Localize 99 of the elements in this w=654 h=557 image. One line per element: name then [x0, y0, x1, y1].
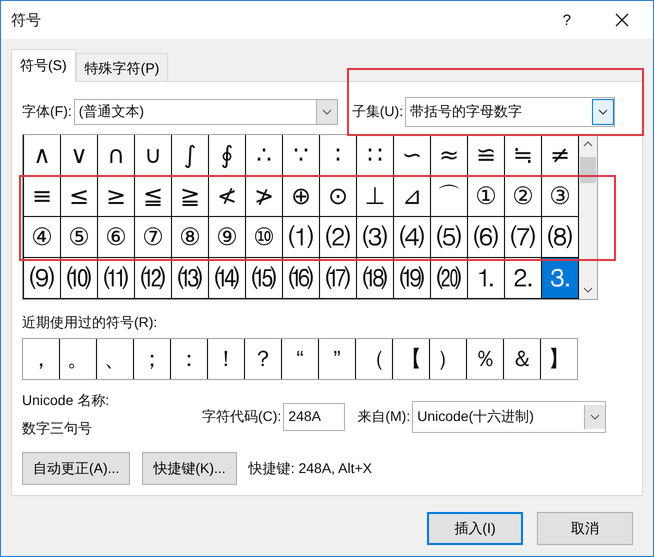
symbol-cell[interactable]: ∩ [98, 135, 135, 176]
shortcut-text: 快捷键: 248A, Alt+X [248, 460, 372, 478]
recent-symbol-cell[interactable]: ” [319, 339, 356, 379]
help-button[interactable]: ? [562, 12, 571, 28]
symbol-cell[interactable]: ∮ [209, 135, 246, 176]
symbol-cell[interactable]: ∫ [172, 135, 209, 176]
symbol-cell[interactable]: ≈ [431, 135, 468, 176]
symbol-cell[interactable]: ⌒ [431, 176, 468, 217]
symbol-cell[interactable]: ⑴ [283, 217, 320, 258]
symbol-cell[interactable]: ∷ [357, 135, 394, 176]
dialog-button[interactable]: 快捷键(K)... [142, 452, 237, 485]
recent-symbol-cell[interactable]: ％ [467, 339, 504, 379]
chevron-down-icon [322, 109, 332, 115]
symbol-cell[interactable]: ≡ [24, 176, 61, 217]
symbol-cell[interactable]: ⑥ [98, 217, 135, 258]
recent-symbol-cell[interactable]: ＆ [504, 339, 541, 379]
symbol-cell[interactable]: ⑹ [468, 217, 505, 258]
symbol-cell[interactable]: ⊿ [394, 176, 431, 217]
symbol-cell[interactable]: ⑺ [505, 217, 542, 258]
symbol-cell[interactable]: ⑽ [61, 258, 98, 299]
symbol-cell[interactable]: ⑸ [431, 217, 468, 258]
symbol-cell[interactable]: ⊥ [357, 176, 394, 217]
recent-symbol-cell[interactable]: ！ [208, 339, 245, 379]
symbol-cell[interactable]: ⒈ [468, 258, 505, 299]
scrollbar[interactable] [579, 135, 597, 299]
insert-button[interactable]: 插入(I) [427, 512, 523, 545]
symbol-cell[interactable]: ≯ [246, 176, 283, 217]
symbol-cell[interactable]: ≤ [61, 176, 98, 217]
symbol-cell[interactable]: ④ [24, 217, 61, 258]
chevron-down-icon [598, 109, 608, 115]
symbol-cell[interactable]: ① [468, 176, 505, 217]
chevron-up-icon [583, 141, 593, 147]
recent-symbol-cell[interactable]: 。 [60, 339, 97, 379]
dialog-button[interactable]: 自动更正(A)... [22, 452, 130, 485]
tab[interactable]: 特殊字符(P) [76, 53, 168, 81]
recent-symbol-cell[interactable]: ？ [245, 339, 282, 379]
symbol-cell[interactable]: ⒂ [246, 258, 283, 299]
symbol-cell[interactable]: ⒅ [357, 258, 394, 299]
recent-symbol-cell[interactable]: （ [356, 339, 393, 379]
symbol-cell[interactable]: ⒁ [209, 258, 246, 299]
recent-symbol-cell[interactable]: “ [282, 339, 319, 379]
from-dropdown[interactable]: Unicode(十六进制) [412, 401, 606, 433]
symbol-cell[interactable]: ⑦ [135, 217, 172, 258]
symbol-cell[interactable]: ⊕ [283, 176, 320, 217]
symbol-cell[interactable]: ⊙ [320, 176, 357, 217]
font-dropdown[interactable]: (普通文本) [74, 99, 338, 125]
unicode-name-value: 数字三句号 [22, 420, 93, 438]
char-code-field[interactable]: 248A [283, 403, 346, 431]
symbol-cell[interactable]: ② [505, 176, 542, 217]
symbol-cell[interactable]: ⒄ [320, 258, 357, 299]
close-icon[interactable] [615, 13, 629, 27]
symbol-cell[interactable]: ⑾ [98, 258, 135, 299]
symbol-cell[interactable]: ⒀ [172, 258, 209, 299]
symbol-cell[interactable]: ⑶ [357, 217, 394, 258]
symbol-cell[interactable]: ⒃ [283, 258, 320, 299]
symbol-cell[interactable]: ∴ [246, 135, 283, 176]
symbol-cell[interactable]: ∨ [61, 135, 98, 176]
unicode-name-label: Unicode 名称: [22, 392, 110, 410]
symbol-cell[interactable]: ≒ [505, 135, 542, 176]
recent-symbol-cell[interactable]: ： [171, 339, 208, 379]
chevron-down-icon [590, 414, 600, 420]
symbol-cell[interactable]: ≧ [172, 176, 209, 217]
recent-symbol-cell[interactable]: 【 [393, 339, 430, 379]
symbol-cell[interactable]: ∶ [320, 135, 357, 176]
symbol-cell[interactable]: ⒆ [394, 258, 431, 299]
window-title: 符号 [11, 10, 42, 30]
symbol-cell[interactable]: ≮ [209, 176, 246, 217]
symbol-cell[interactable]: ⑵ [320, 217, 357, 258]
recent-symbol-cell[interactable]: ） [430, 339, 467, 379]
scrollbar-thumb[interactable] [580, 157, 596, 183]
chevron-down-icon [583, 287, 593, 293]
symbol-cell[interactable]: ∧ [24, 135, 61, 176]
symbol-cell[interactable]: ⑷ [394, 217, 431, 258]
symbol-cell[interactable]: ⑧ [172, 217, 209, 258]
symbol-cell[interactable]: ∵ [283, 135, 320, 176]
symbol-cell[interactable]: ∪ [135, 135, 172, 176]
recent-symbol-cell[interactable]: 、 [97, 339, 134, 379]
recent-symbols-label: 近期使用过的符号(R): [22, 314, 158, 332]
cancel-button[interactable]: 取消 [537, 512, 633, 545]
from-label: 来自(M): [357, 408, 410, 426]
symbol-cell[interactable]: ⑿ [135, 258, 172, 299]
recent-symbol-cell[interactable]: ， [23, 339, 60, 379]
symbol-cell[interactable]: ⑼ [24, 258, 61, 299]
tab[interactable]: 符号(S) [11, 49, 76, 82]
subset-dropdown[interactable]: 带括号的字母数字 [405, 97, 616, 127]
recent-symbol-cell[interactable]: ； [134, 339, 171, 379]
symbol-cell[interactable]: ≌ [468, 135, 505, 176]
subset-label: 子集(U): [352, 103, 404, 121]
symbol-cell[interactable]: ∽ [394, 135, 431, 176]
recent-symbol-cell[interactable]: 】 [541, 339, 577, 379]
symbol-cell[interactable]: ≥ [98, 176, 135, 217]
symbol-cell[interactable]: ⑤ [61, 217, 98, 258]
symbol-cell[interactable]: ⑩ [246, 217, 283, 258]
symbol-cell[interactable]: ⒊ [542, 258, 579, 299]
symbol-cell[interactable]: ≦ [135, 176, 172, 217]
symbol-cell[interactable]: ⒇ [431, 258, 468, 299]
font-label: 字体(F): [22, 103, 72, 121]
symbol-cell[interactable]: ⑨ [209, 217, 246, 258]
char-code-label: 字符代码(C): [202, 408, 282, 426]
